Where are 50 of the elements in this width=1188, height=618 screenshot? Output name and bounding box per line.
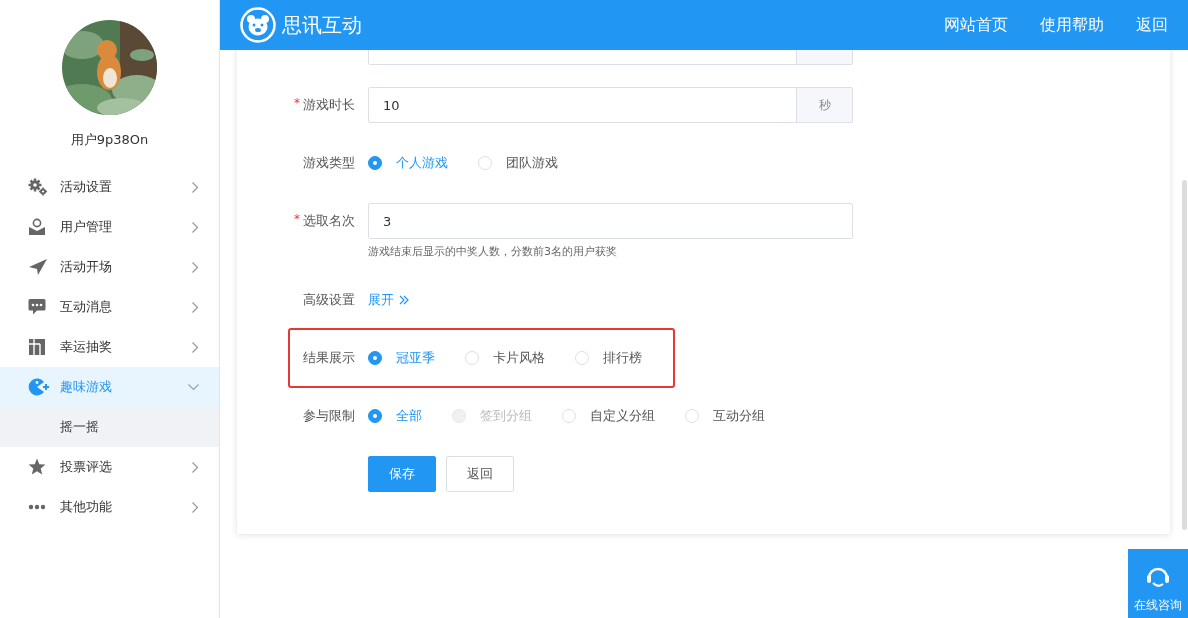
user-name: 用户9p38On bbox=[70, 131, 149, 149]
chevron-right-icon bbox=[192, 301, 199, 313]
required-mark: * bbox=[294, 96, 300, 112]
field-label: 参与限制 bbox=[303, 407, 355, 425]
help-text: 游戏结束后显示的中奖人数，分数前3名的用户获奖 bbox=[368, 244, 617, 260]
brand-name: 思讯互动 bbox=[282, 11, 362, 39]
chevron-down-icon bbox=[188, 383, 199, 391]
back-button[interactable]: 返回 bbox=[446, 456, 514, 492]
chevron-right-icon bbox=[192, 181, 199, 193]
radio-button[interactable] bbox=[368, 156, 382, 170]
double-chevron-icon bbox=[399, 295, 409, 305]
radio-label[interactable]: 自定义分组 bbox=[590, 407, 655, 425]
star-icon bbox=[28, 458, 46, 476]
paper-plane-icon bbox=[28, 258, 48, 276]
sidebar-item[interactable]: 活动开场 bbox=[0, 247, 219, 287]
sidebar-item[interactable]: 幸运抽奖 bbox=[0, 327, 219, 367]
field-label: 选取名次 bbox=[303, 212, 355, 230]
pacman-plus-icon bbox=[28, 377, 50, 397]
chevron-right-icon bbox=[192, 261, 199, 273]
input-field[interactable]: 10 秒 bbox=[368, 87, 853, 123]
chevron-right-icon bbox=[192, 341, 199, 353]
sidebar-item[interactable]: 其他功能 bbox=[0, 487, 219, 527]
sidebar-item[interactable]: 互动消息 bbox=[0, 287, 219, 327]
gift-box-icon bbox=[28, 338, 46, 356]
sidebar-item[interactable]: 活动设置 bbox=[0, 167, 219, 207]
field-label: 游戏类型 bbox=[303, 154, 355, 172]
chat-icon bbox=[28, 298, 46, 316]
chevron-right-icon bbox=[192, 461, 199, 473]
scrollbar[interactable] bbox=[1182, 180, 1187, 530]
sidebar-item[interactable]: 投票评选 bbox=[0, 447, 219, 487]
more-icon bbox=[28, 504, 46, 510]
radio-label[interactable]: 团队游戏 bbox=[506, 154, 558, 172]
field-label: 高级设置 bbox=[303, 291, 355, 309]
chevron-right-icon bbox=[192, 501, 199, 513]
gears-icon bbox=[28, 178, 48, 196]
chevron-right-icon bbox=[192, 221, 199, 233]
submenu-item[interactable]: 摇一摇 bbox=[0, 407, 219, 447]
sidebar-item[interactable]: 用户管理 bbox=[0, 207, 219, 247]
logo-icon bbox=[240, 7, 276, 43]
input-field[interactable]: 3 bbox=[368, 203, 853, 239]
required-mark: * bbox=[294, 212, 300, 228]
radio-button[interactable] bbox=[368, 409, 382, 423]
radio-label[interactable]: 互动分组 bbox=[713, 407, 765, 425]
radio-label[interactable]: 排行榜 bbox=[603, 349, 642, 367]
radio-button[interactable] bbox=[368, 351, 382, 365]
unit-addon: 秒 bbox=[796, 88, 852, 122]
field-label: 游戏时长 bbox=[303, 96, 355, 114]
radio-label[interactable]: 卡片风格 bbox=[493, 349, 545, 367]
user-icon bbox=[28, 218, 46, 236]
field-label: 结果展示 bbox=[303, 349, 355, 367]
